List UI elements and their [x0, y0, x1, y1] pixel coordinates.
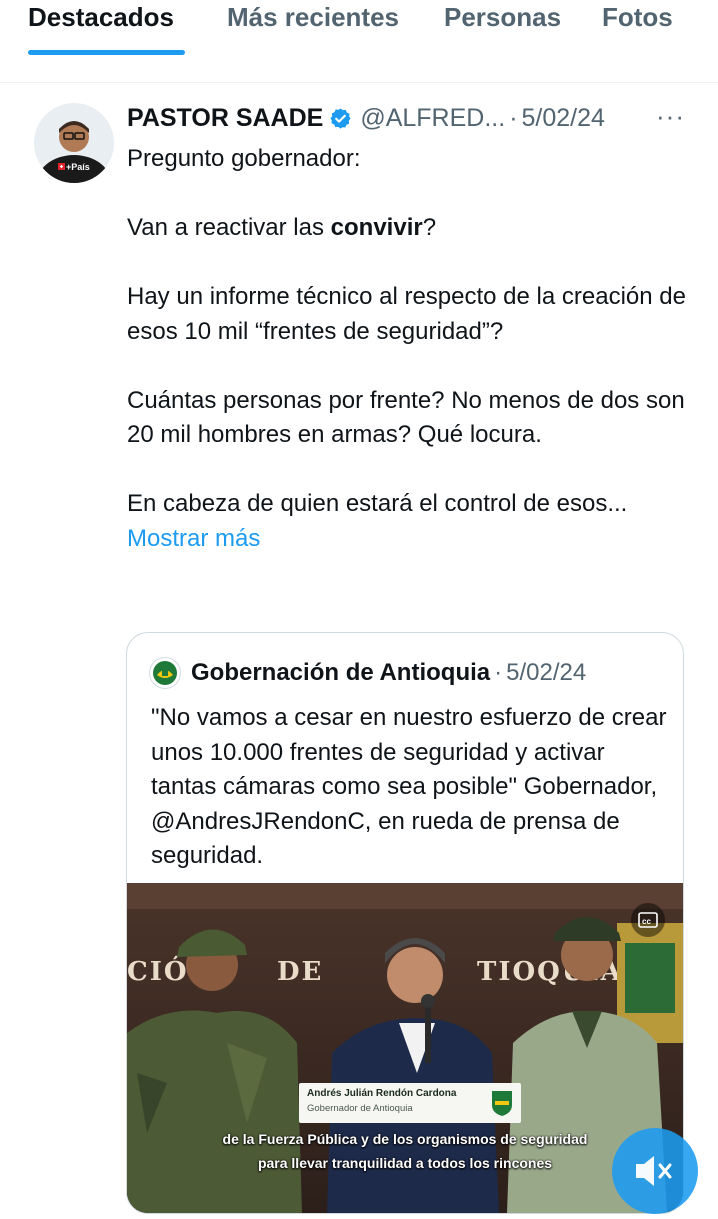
tweet-paragraph: En cabeza de quien estará el control de …: [127, 490, 628, 552]
quoted-text: "No vamos a cesar en nuestro esfuerzo de…: [151, 704, 667, 869]
wall-letters-mid: DE: [277, 957, 323, 987]
tweet-date[interactable]: 5/02/24: [522, 104, 605, 133]
video-caption-line: para llevar tranquilidad a todos los rin…: [257, 1155, 553, 1171]
video-player[interactable]: CIÓ DE TIOQUIA Andrés Julián Rendón Card…: [127, 883, 683, 1213]
header-separator: ·: [509, 103, 518, 132]
verified-badge-icon: [330, 107, 351, 129]
show-more-link[interactable]: Mostrar más: [127, 525, 260, 552]
wall-letters-left: CIÓ: [127, 955, 189, 987]
closed-captions-button[interactable]: cc: [631, 903, 665, 937]
antioquia-shield-icon: [492, 1091, 512, 1116]
tab-fotos[interactable]: Fotos: [602, 2, 673, 33]
quoted-tweet-header: Gobernación de Antioquia · 5/02/24: [149, 657, 586, 689]
tab-mas-recientes[interactable]: Más recientes: [227, 2, 399, 33]
lower-third-name: Andrés Julián Rendón Cardona: [307, 1088, 457, 1099]
tab-destacados[interactable]: Destacados: [28, 2, 174, 33]
lower-third-title: Gobernador de Antioquia: [307, 1103, 413, 1114]
name-lower-third: Andrés Julián Rendón Cardona Gobernador …: [299, 1083, 521, 1123]
closed-captions-icon: cc: [638, 912, 658, 928]
tweet-paragraph: Cuántas personas por frente? No menos de…: [127, 386, 685, 449]
quoted-author-name[interactable]: Gobernación de Antioquia: [191, 659, 490, 687]
author-avatar[interactable]: +País: [34, 103, 114, 183]
more-options-icon[interactable]: ···: [656, 101, 685, 132]
search-tabs: Destacados Más recientes Personas Fotos: [0, 0, 718, 56]
active-tab-indicator: [28, 50, 185, 55]
tweet-paragraph: Pregunto gobernador:: [127, 145, 361, 172]
quoted-tweet[interactable]: Gobernación de Antioquia · 5/02/24 "No v…: [126, 632, 684, 1214]
avatar-badge-text: +País: [66, 162, 90, 172]
tweet-paragraph: Van a reactivar las convivir?: [127, 214, 437, 241]
tweet-paragraph: Hay un informe técnico al respecto de la…: [127, 283, 686, 345]
tweet-text: Pregunto gobernador: Van a reactivar las…: [127, 142, 687, 556]
quoted-separator: ·: [494, 659, 503, 686]
tweet-header: PASTOR SAADE @ALFRED... · 5/02/24: [127, 100, 605, 136]
mute-button[interactable]: [612, 1128, 698, 1214]
tabs-divider: [0, 82, 718, 83]
gobernacion-logo-icon: [149, 657, 181, 689]
tab-personas[interactable]: Personas: [444, 2, 561, 33]
quoted-date[interactable]: 5/02/24: [506, 659, 586, 687]
bold-text: convivir: [330, 214, 423, 241]
author-name[interactable]: PASTOR SAADE: [127, 104, 323, 133]
speaker-muted-icon: [636, 1156, 672, 1186]
author-handle[interactable]: @ALFRED...: [360, 104, 505, 133]
svg-text:cc: cc: [642, 917, 651, 926]
video-caption-line: de la Fuerza Pública y de los organismos…: [222, 1131, 588, 1147]
